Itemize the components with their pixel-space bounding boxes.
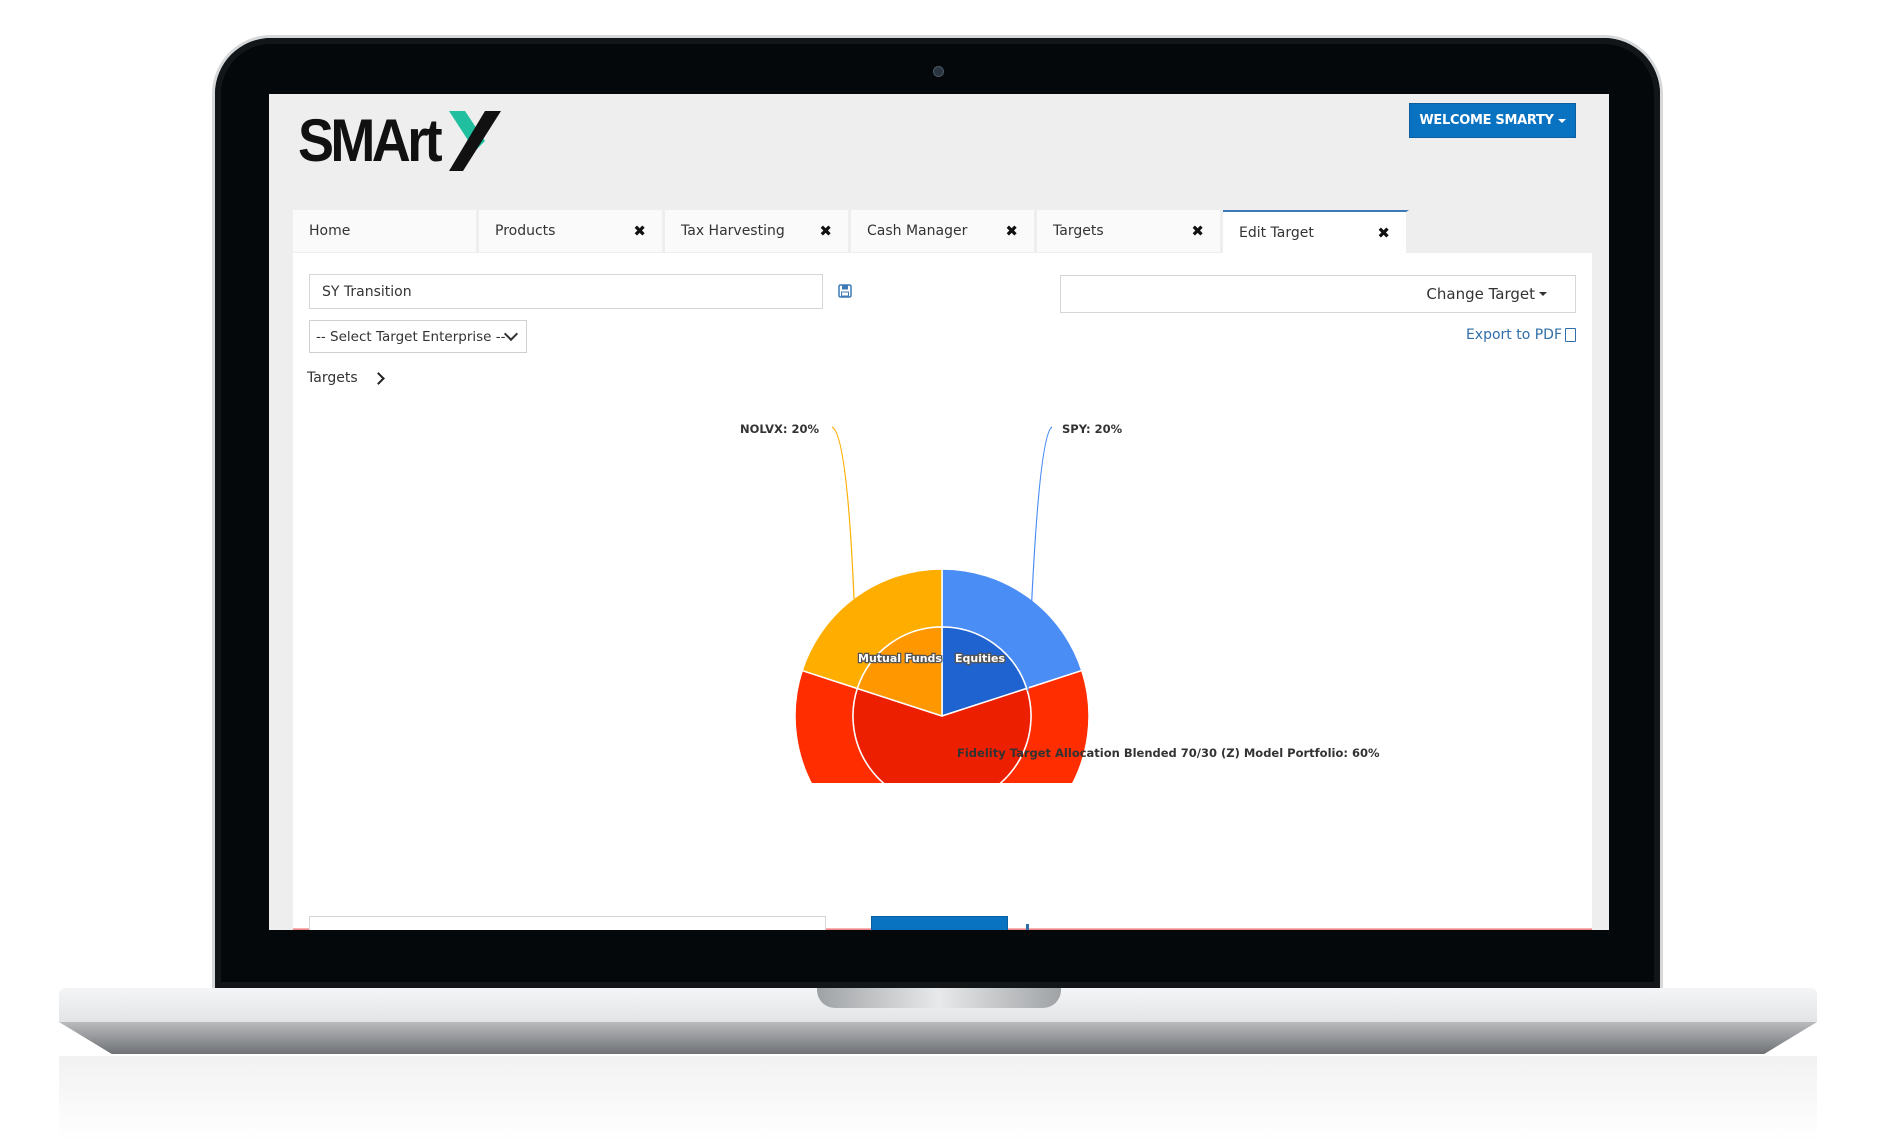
data-label-nolvx: NOLVX: 20% [740, 422, 820, 436]
chevron-right-icon[interactable] [371, 371, 385, 385]
inner-label-equities: Equities [955, 652, 1005, 665]
edit-target-panel: -- Select Target Enterprise -- Targets C… [293, 253, 1592, 930]
user-menu-label: WELCOME SMARTY [1419, 113, 1554, 128]
tab-targets[interactable]: Targets ✖ [1037, 210, 1223, 252]
change-target-label: Change Target [1426, 285, 1535, 303]
close-icon[interactable]: ✖ [1377, 224, 1390, 242]
laptop-reflection [59, 1056, 1817, 1141]
export-pdf-link[interactable]: Export to PDF [1466, 327, 1576, 343]
tab-products[interactable]: Products ✖ [479, 210, 665, 252]
close-icon[interactable]: ✖ [1005, 222, 1018, 240]
tab-tax-harvesting[interactable]: Tax Harvesting ✖ [665, 210, 851, 252]
logo-y-mark [448, 111, 501, 171]
data-label-spy: SPY: 20% [1062, 422, 1123, 436]
tab-label: Home [309, 223, 351, 239]
info-icon [1026, 924, 1029, 930]
export-pdf-label: Export to PDF [1465, 327, 1562, 343]
laptop-base-edge [59, 1022, 1817, 1054]
floppy-disk-icon[interactable] [838, 284, 852, 298]
close-icon[interactable]: ✖ [633, 222, 646, 240]
webcam [933, 66, 944, 77]
tab-home[interactable]: Home [293, 210, 479, 252]
data-label-fidelity: Fidelity Target Allocation Blended 70/30… [957, 746, 1380, 760]
close-icon[interactable]: ✖ [819, 222, 832, 240]
close-icon[interactable]: ✖ [1191, 222, 1204, 240]
app-screen: SMArt WELCOME SMARTY Home Products ✖ Tax Ha… [269, 94, 1609, 930]
tab-label: Targets [1053, 223, 1104, 239]
logo-text: SMArt [298, 106, 443, 174]
pdf-file-icon [1565, 328, 1576, 342]
change-target-dropdown[interactable]: Change Target [1060, 275, 1576, 313]
select-value: -- Select Target Enterprise -- [316, 328, 506, 345]
inner-label-mutual-funds: Mutual Funds [858, 652, 942, 665]
label-connector [831, 426, 855, 600]
bottom-action-button[interactable] [871, 916, 1008, 930]
laptop-hinge [817, 988, 1061, 1008]
tab-label: Tax Harvesting [681, 223, 785, 239]
tab-bar: Home Products ✖ Tax Harvesting ✖ Cash Manager… [293, 210, 1409, 254]
user-menu-button[interactable]: WELCOME SMARTY [1409, 103, 1576, 138]
smarty-logo[interactable]: SMArt [298, 106, 501, 174]
chevron-down-icon [503, 326, 519, 342]
tab-label: Cash Manager [867, 223, 968, 239]
caret-down-icon [1557, 118, 1566, 123]
tab-cash-manager[interactable]: Cash Manager ✖ [851, 210, 1037, 252]
target-enterprise-select[interactable]: -- Select Target Enterprise -- [309, 320, 527, 353]
caret-down-icon [1539, 292, 1547, 296]
target-name-input[interactable] [309, 274, 823, 309]
tab-label: Edit Target [1239, 225, 1314, 241]
breadcrumb: Targets [307, 370, 385, 386]
allocation-sunburst-chart: EquitiesModelsMutual FundsSPY: 20%Fideli… [740, 422, 1380, 783]
breadcrumb-targets[interactable]: Targets [307, 370, 358, 386]
bottom-search-input[interactable] [309, 916, 826, 930]
tab-label: Products [495, 223, 556, 239]
tab-edit-target[interactable]: Edit Target ✖ [1223, 210, 1409, 254]
